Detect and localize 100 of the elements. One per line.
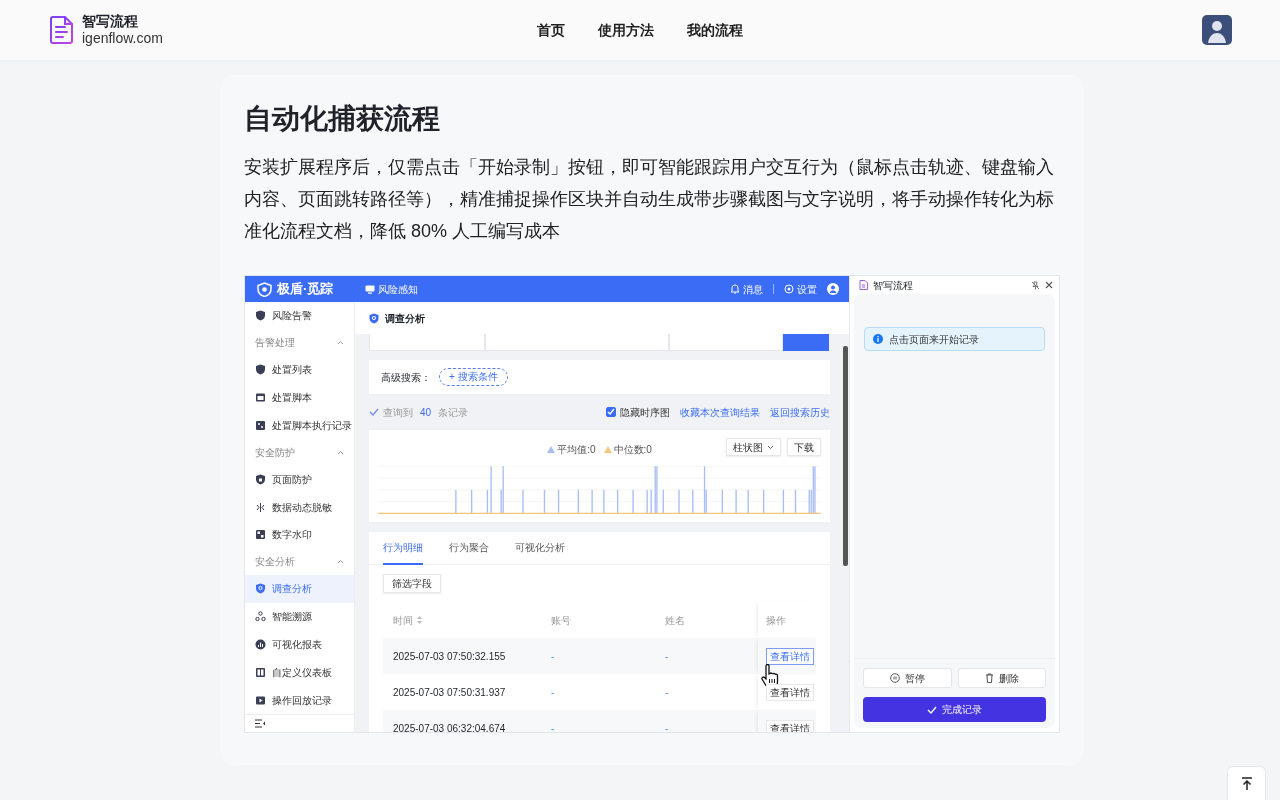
app-brand: 极盾·觅踪	[277, 280, 334, 299]
sidebar-item[interactable]: 处置脚本执行记录	[245, 411, 354, 440]
legend-label: 平均值:0	[557, 442, 596, 457]
link[interactable]: 收藏本次查询结果	[680, 404, 760, 420]
user-icon[interactable]	[827, 283, 839, 295]
sidebar-item[interactable]: 调查分析	[245, 574, 354, 603]
split-icon	[255, 501, 266, 513]
nav-link[interactable]: 首页	[537, 19, 565, 41]
panel-icon	[255, 666, 266, 678]
column-header: 账号	[551, 613, 571, 628]
back-to-top-button[interactable]	[1227, 766, 1266, 800]
select-field[interactable]	[369, 334, 485, 351]
result-label: 条记录	[438, 405, 469, 420]
collapse-icon[interactable]	[255, 719, 266, 729]
table-cell-text: -	[664, 685, 670, 700]
shield-icon	[255, 364, 266, 376]
column-header: 时间	[393, 613, 413, 628]
section-label: 安全分析	[255, 555, 295, 570]
chart-icon	[255, 638, 266, 650]
caret-icon[interactable]	[337, 340, 344, 346]
arrow-up-icon	[1240, 776, 1253, 791]
topbar-link[interactable]: 消息	[743, 281, 763, 297]
search-field[interactable]	[485, 334, 669, 351]
avatar[interactable]	[1202, 15, 1232, 45]
checkbox[interactable]	[606, 407, 616, 417]
filter-fields-button[interactable]: 筛选字段	[383, 574, 441, 593]
table-cell-text: 2025-07-03 07:50:32.155	[392, 649, 507, 664]
sidebar-item[interactable]: 处置列表	[245, 355, 354, 384]
download-button[interactable]: 下载	[787, 438, 821, 456]
legend-label: 中位数:0	[613, 442, 652, 457]
sidebar-item[interactable]: 页面防护	[245, 465, 354, 494]
caret-icon[interactable]	[337, 559, 344, 565]
document-icon	[859, 280, 868, 290]
view-details-button[interactable]: 查看详情	[766, 719, 814, 732]
field-label: 高级搜索：	[381, 370, 431, 385]
add-condition-button[interactable]: + 搜索条件	[439, 368, 508, 386]
info-icon	[873, 334, 883, 344]
sidebar-item[interactable]: 处置脚本	[245, 383, 354, 412]
window-icon	[255, 392, 266, 404]
sidebar-item[interactable]: 操作回放记录	[245, 686, 354, 715]
nav-link[interactable]: 我的流程	[687, 19, 743, 41]
chart-bar	[577, 489, 580, 514]
tab[interactable]: 行为聚合	[449, 532, 489, 565]
delete-button[interactable]: 删除	[957, 668, 1046, 688]
caret-icon[interactable]	[337, 449, 344, 455]
view-details-button[interactable]: 查看详情	[766, 647, 814, 665]
check-icon	[369, 408, 379, 416]
bell-icon[interactable]	[730, 284, 740, 294]
tab[interactable]: 行为明细	[383, 532, 423, 565]
chart-type-dropdown[interactable]: 柱状图	[726, 438, 781, 456]
select-field[interactable]	[669, 334, 783, 351]
site-domain: igenflow.com	[82, 30, 163, 47]
chevron-icon	[767, 444, 774, 450]
pause-icon	[889, 673, 900, 683]
section-label: 安全防护	[255, 445, 295, 460]
topbar-link[interactable]: 设置	[797, 281, 817, 297]
table-cell-text: 2025-07-03 06:32:04.674	[392, 721, 507, 732]
alert-text: 点击页面来开始记录	[889, 332, 979, 347]
pin-icon[interactable]	[1031, 280, 1040, 290]
pause-button[interactable]: 暂停	[863, 668, 952, 688]
section-title: 自动化捕获流程	[244, 102, 441, 136]
column-header: 姓名	[665, 613, 685, 628]
table-cell-text: -	[664, 649, 670, 664]
chart-bar	[794, 489, 797, 514]
nodes-icon	[255, 611, 266, 623]
shield-icon	[255, 310, 266, 322]
tab[interactable]: 可视化分析	[515, 532, 565, 565]
link[interactable]: 返回搜索历史	[770, 404, 830, 420]
check-icon	[607, 408, 615, 416]
sidebar-item[interactable]: 风险告警	[245, 302, 354, 330]
chart-bar	[762, 489, 765, 514]
view-details-button[interactable]: 查看详情	[766, 683, 814, 701]
table-cell-text: -	[550, 685, 556, 700]
shield-eye-icon	[257, 281, 272, 297]
description: 安装扩展程序后，仅需点击「开始录制」按钮，即可智能跟踪用户交互行为（鼠标点击轨迹、键盘输入内容、页面跳转路径等），精准捕捉操作区块并自动生成带步骤截图与文字说明，将手动操作转化为标准化流程文档，降低 80% 人工编写成本	[244, 156, 1055, 243]
finish-recording-button[interactable]: 完成记录	[863, 697, 1046, 722]
module-label: 风险感知	[378, 282, 418, 297]
sidebar-item[interactable]: 智能溯源	[245, 602, 354, 631]
chart-bar	[782, 489, 785, 514]
check-icon	[927, 705, 937, 714]
shield-search-icon	[255, 583, 266, 595]
nav-link[interactable]: 使用方法	[598, 19, 654, 41]
scrollbar[interactable]	[843, 346, 848, 566]
column-header: 操作	[766, 613, 786, 628]
grid-icon	[255, 419, 266, 431]
sidebar-item[interactable]: 可视化报表	[245, 630, 354, 659]
chart-bar	[616, 489, 619, 514]
sidebar-item[interactable]: 数字水印	[245, 521, 354, 549]
settings-icon[interactable]	[784, 284, 794, 294]
brand-name: 智写流程	[82, 13, 139, 30]
section-label: 告警处理	[255, 336, 295, 351]
close-icon[interactable]	[1045, 281, 1053, 289]
monitor-icon	[365, 284, 375, 294]
result-label: 查询到	[383, 405, 413, 420]
grid-icon	[255, 529, 266, 541]
chart-bar	[557, 489, 560, 514]
sidebar-item[interactable]: 自定义仪表板	[245, 658, 354, 687]
document-icon	[50, 16, 74, 44]
table-cell-text: -	[664, 721, 670, 732]
sidebar-item[interactable]: 数据动态脱敏	[245, 493, 354, 521]
